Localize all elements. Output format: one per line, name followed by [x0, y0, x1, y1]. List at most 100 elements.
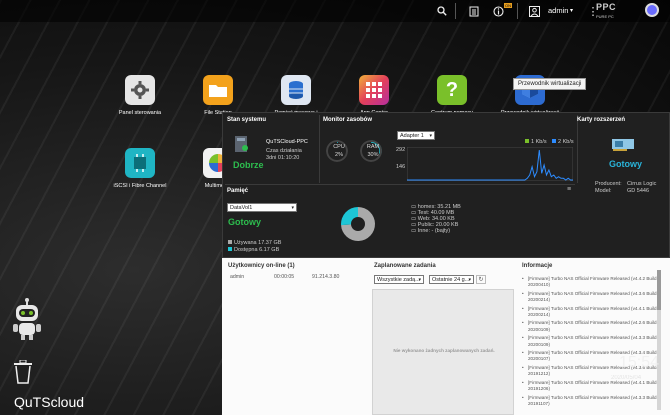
- tasks-empty-area: Nie wykonano żadnych zaplanowanych zadań…: [372, 289, 514, 415]
- ram-label: RAM: [366, 144, 380, 150]
- tasks-empty-message: Nie wykonano żadnych zaplanowanych zadań…: [393, 348, 495, 353]
- news-item[interactable]: [Firmware] Turbo NAS Official Firmware R…: [522, 276, 662, 289]
- app-file-station[interactable]: File Station: [188, 75, 248, 116]
- app-label: Panel sterowania: [118, 110, 162, 116]
- resource-monitor-title[interactable]: Monitor zasobów: [323, 117, 372, 123]
- news-item[interactable]: [Firmware] Turbo NAS Official Firmware R…: [522, 380, 662, 393]
- news-item[interactable]: [Firmware] Turbo NAS Official Firmware R…: [522, 395, 662, 408]
- producer-value: Cirrus Logic: [627, 181, 657, 187]
- online-users-title: Użytkownicy on-line (1): [228, 263, 295, 269]
- chevron-down-icon[interactable]: ▾: [570, 7, 573, 14]
- toolbar-divider: [517, 3, 518, 19]
- rx-legend-swatch: [525, 139, 529, 143]
- free-space: Dostępna 6.17 GB: [228, 247, 279, 253]
- help-icon: ?: [437, 75, 467, 105]
- trash-icon[interactable]: [12, 359, 34, 384]
- app-control-panel[interactable]: Panel sterowania: [110, 75, 170, 116]
- uptime-label: Czas działania: [266, 148, 302, 154]
- volume-select[interactable]: DataVol1 ▾: [227, 203, 297, 212]
- scheduled-tasks-title: Zaplanowane zadania: [374, 263, 436, 269]
- used-legend-swatch: [228, 240, 232, 244]
- refresh-icon[interactable]: ↻: [476, 275, 486, 284]
- memory-menu-icon[interactable]: ≡: [567, 186, 571, 193]
- memory-usage-chart: [341, 207, 375, 241]
- folder-icon: [203, 75, 233, 105]
- expansion-cards-title: Karty rozszerzeń: [577, 117, 626, 123]
- chevron-down-icon: ▾: [429, 133, 432, 139]
- chevron-down-icon: ▾: [291, 205, 294, 211]
- system-status-title: Stan systemu: [227, 117, 267, 123]
- username-label[interactable]: admin: [548, 6, 568, 15]
- news-item[interactable]: [Firmware] Turbo NAS Official Firmware R…: [522, 306, 662, 319]
- dashboard-lower-panel: Użytkownicy on-line (1) admin 00:00:05 9…: [222, 258, 670, 415]
- section-divider: [225, 184, 575, 185]
- tx-rate: 2 Kb/s: [552, 139, 574, 145]
- information-title: Informacje: [522, 263, 553, 269]
- app-storage[interactable]: Pamięć masowa i: [266, 75, 326, 116]
- ram-value: 30%: [367, 152, 379, 158]
- chevron-down-icon: ▾: [468, 277, 471, 283]
- donut-hole: [351, 217, 365, 231]
- search-icon[interactable]: [435, 4, 449, 18]
- chevron-down-icon: ▾: [418, 277, 421, 283]
- uptime-value: 3dni 01:10:20: [266, 155, 300, 161]
- tx-series-line: [407, 149, 573, 181]
- online-user-time: 00:00:05: [274, 274, 295, 280]
- qutscloud-logo: QuTScloud: [14, 394, 85, 410]
- toolbar-divider: [455, 3, 456, 19]
- grid-icon: [359, 75, 389, 105]
- cpu-label: CPU: [333, 144, 345, 150]
- volume-status: Gotowy: [228, 217, 261, 227]
- adapter-select[interactable]: Adapter 1 ▾: [397, 131, 435, 140]
- tasks-period-select[interactable]: Ostatnie 24 g... ▾: [429, 275, 474, 284]
- section-divider: [577, 115, 578, 183]
- server-icon: [233, 135, 249, 153]
- dashboard-avatar-icon[interactable]: [645, 3, 659, 17]
- scrollbar-thumb[interactable]: [657, 270, 661, 310]
- news-item[interactable]: [Firmware] Turbo NAS Official Firmware R…: [522, 335, 662, 348]
- system-status-text: Dobrze: [233, 160, 264, 170]
- gear-icon: [125, 75, 155, 105]
- desktop-date: 2020/05/04: [611, 375, 642, 381]
- desktop-clock: 15:54: [619, 354, 660, 371]
- app-label: iSCSI i Fibre Channel: [113, 183, 167, 189]
- rx-rate: 1 Kb/s: [525, 139, 547, 145]
- assistant-robot-icon[interactable]: [10, 298, 44, 340]
- graph-y-tick: 146: [396, 164, 406, 170]
- folder-usage-item: ▭ Inne: - (bajty): [411, 228, 451, 234]
- app-help-center[interactable]: ? Centrum pomocy: [422, 75, 482, 116]
- info-icon[interactable]: [491, 4, 505, 18]
- app-iscsi[interactable]: iSCSI i Fibre Channel: [110, 148, 170, 189]
- top-bar: ON admin ▾ ⋮ PPC PURE PC: [0, 0, 670, 22]
- user-icon[interactable]: [527, 4, 541, 18]
- free-legend-swatch: [228, 247, 232, 251]
- info-badge: ON: [504, 3, 512, 8]
- graph-y-tick: 292: [396, 147, 406, 153]
- model-value: GD 5446: [627, 188, 650, 194]
- producer-label: Producent:: [595, 181, 622, 187]
- news-item[interactable]: [Firmware] Turbo NAS Official Firmware R…: [522, 291, 662, 304]
- storage-icon: [281, 75, 311, 105]
- memory-title: Pamięć: [227, 188, 249, 194]
- expansion-status: Gotowy: [609, 159, 642, 169]
- tooltip: Przewodnik wirtualizacji: [513, 78, 587, 90]
- cpu-value: 2%: [335, 152, 343, 158]
- online-user-name: admin: [230, 274, 245, 280]
- chip-icon: [125, 148, 155, 178]
- tx-legend-swatch: [552, 139, 556, 143]
- news-list: [Firmware] Turbo NAS Official Firmware R…: [522, 276, 662, 409]
- online-user-ip: 91.214.3.80: [312, 274, 340, 280]
- lower-panel-scrollbar[interactable]: [657, 270, 661, 410]
- news-item[interactable]: [Firmware] Turbo NAS Official Firmware R…: [522, 320, 662, 333]
- tasks-type-select[interactable]: Wszystkie zadą... ▾: [374, 275, 424, 284]
- gpu-card-icon: [611, 137, 635, 151]
- watermark-logo: PPC PURE PC: [596, 2, 617, 19]
- task-list-icon[interactable]: [467, 4, 481, 18]
- dashboard-panel: Stan systemu QuTSCloud-PPC Czas działani…: [222, 112, 670, 258]
- used-space: Używana 17.37 GB: [228, 240, 281, 246]
- app-center[interactable]: App Center: [344, 75, 404, 116]
- folder-usage-list: ▭ homes: 35.21 MB ▭ Test: 40.09 MB ▭ Web…: [411, 204, 461, 234]
- model-label: Model:: [595, 188, 612, 194]
- section-divider: [319, 115, 320, 183]
- network-traffic-graph: [407, 147, 573, 181]
